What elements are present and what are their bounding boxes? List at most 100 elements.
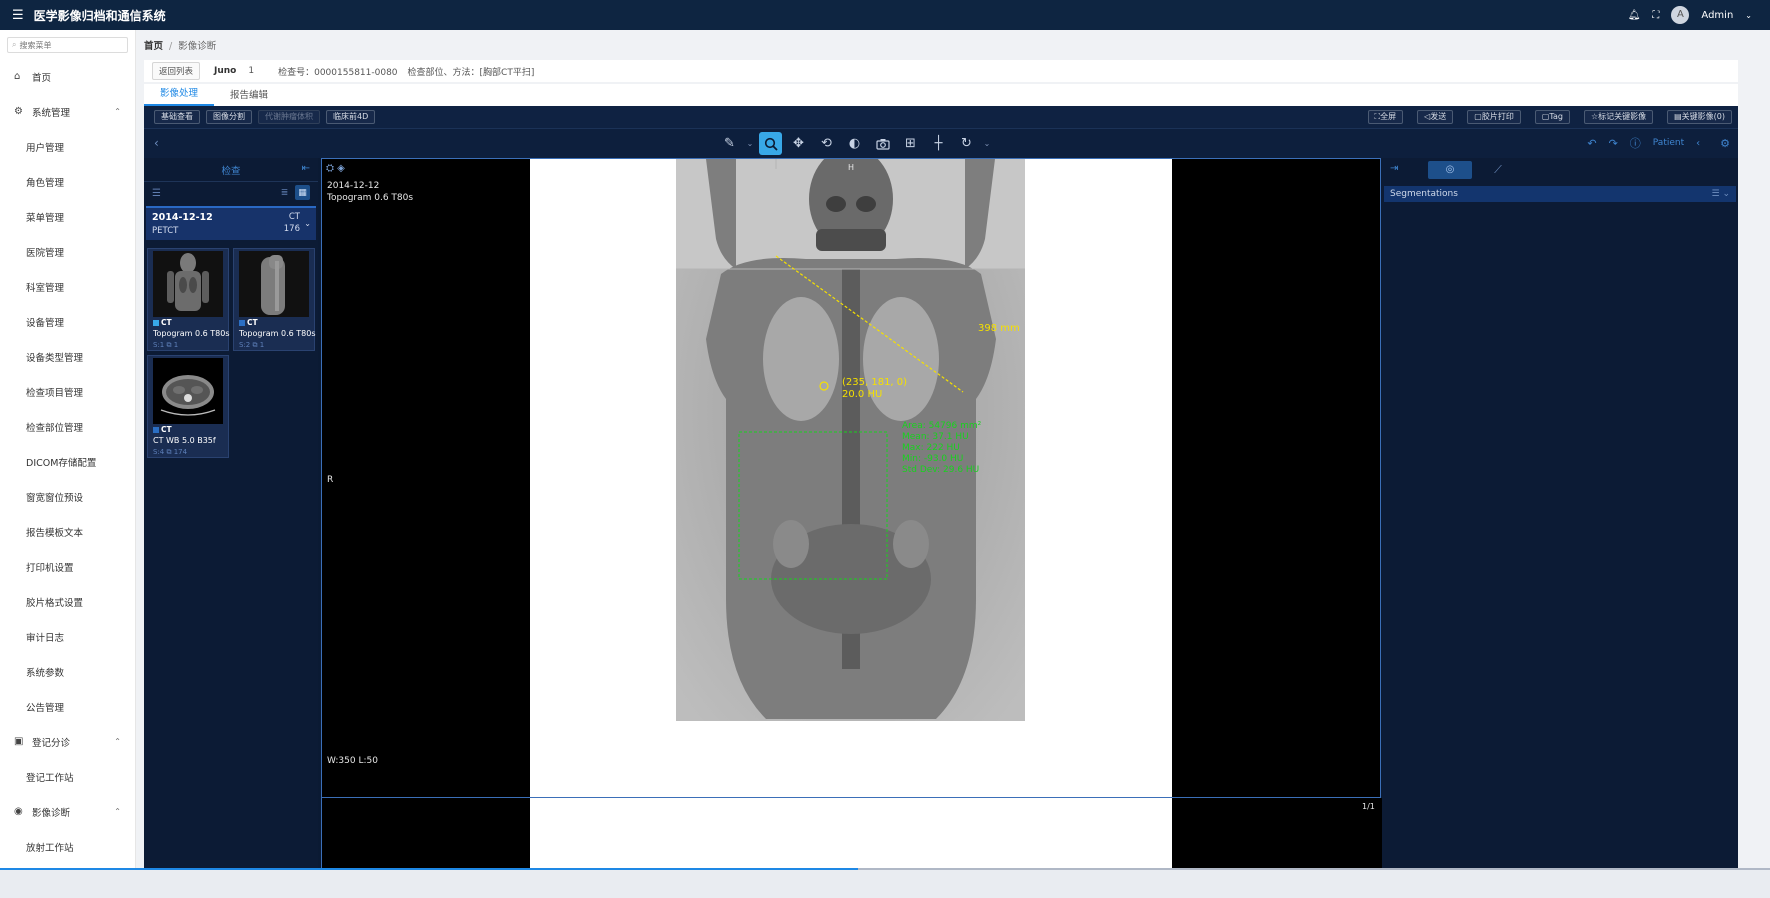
collapse-right-icon[interactable]: ⇥ [1390, 163, 1398, 174]
film-print-button[interactable]: ▢胶片打印 [1467, 110, 1521, 124]
viewer-mode-toolbar: 基础查看 图像分割 代谢肿瘤体积 临床前4D ⛶全屏 ◁发送 ▢胶片打印 ▢Ta… [144, 106, 1738, 128]
length-measurement[interactable]: 398 mm [978, 323, 1020, 334]
sidebar-item[interactable]: 报告模板文本 [0, 514, 135, 549]
study-browser-tools: ☰ ≣ ▦ [144, 182, 318, 204]
segmentation-panel-header: ⇥ ◎ ⟋ [1382, 158, 1738, 182]
sidebar-item[interactable]: ◉ 影像诊断 ⌃ [0, 794, 135, 829]
sidebar-item[interactable]: 公告管理 [0, 689, 135, 724]
filter-sliders-icon[interactable]: ☰ [152, 188, 161, 199]
sidebar-item[interactable]: 审计日志 [0, 619, 135, 654]
sidebar-item[interactable]: ▣ 登记分诊 ⌃ [0, 724, 135, 759]
chevron-left-icon[interactable]: ‹ [154, 136, 159, 150]
layout-grid-icon[interactable]: ⊞ [899, 132, 922, 155]
study-browser-title[interactable]: 检查 [221, 163, 240, 177]
chevron-down-icon[interactable]: ⌄ [983, 132, 991, 155]
roi-max: Max: 222 HU [902, 443, 960, 453]
series-modality-badge: CT [153, 318, 172, 327]
sidebar-item[interactable]: 科室管理 [0, 269, 135, 304]
image-viewport[interactable]: H ⛭ ◈ 2014-12-12 Topogram 0.6 T80s R W:3… [321, 158, 1381, 798]
menu-icon[interactable]: ☰ [12, 8, 24, 23]
list-view-icon[interactable]: ≣ [277, 185, 292, 200]
collapse-left-icon[interactable]: ⇤ [302, 163, 310, 174]
series-description: Topogram 0.6 T80s [153, 329, 230, 338]
layer-icon[interactable]: ⛭ ◈ [326, 163, 345, 174]
segmentations-header[interactable]: Segmentations ☰ ⌄ [1384, 186, 1736, 202]
key-images-button[interactable]: ▤关键影像(0) [1667, 110, 1732, 124]
camera-icon[interactable] [871, 132, 894, 155]
reset-icon[interactable]: ↻ [955, 132, 978, 155]
probe-value[interactable]: 20.0 HU [842, 389, 882, 400]
contrast-icon[interactable]: ◐ [843, 132, 866, 155]
sidebar-item[interactable]: 胶片格式设置 [0, 584, 135, 619]
probe-coordinates[interactable]: (235, 181, 0) [842, 377, 907, 388]
study-card[interactable]: 2014-12-12 PETCT CT 176 ⌄ [146, 206, 316, 240]
redo-icon[interactable]: ↷ [1609, 137, 1618, 150]
roi-area: Area: 54796 mm² [902, 421, 982, 431]
sidebar-item-label: 系统管理 [32, 107, 71, 119]
tab-report-editing[interactable]: 报告编辑 [214, 87, 284, 106]
avatar[interactable]: A [1671, 6, 1690, 24]
bell-icon[interactable]: 🔔︎ [1628, 10, 1641, 21]
patient-info-toggle[interactable]: Patient [1653, 138, 1684, 148]
mark-key-image-button[interactable]: ☆标记关键影像 [1583, 110, 1654, 124]
sidebar-item[interactable]: 窗宽窗位预设 [0, 479, 135, 514]
sidebar-item-label: 登记分诊 [32, 737, 71, 749]
crosshair-icon[interactable]: ┼ [927, 132, 950, 155]
app-title: 医学影像归档和通信系统 [33, 8, 166, 23]
tab-image-processing[interactable]: 影像处理 [144, 85, 215, 106]
tag-button[interactable]: ▢Tag [1534, 110, 1570, 124]
sidebar-item[interactable]: 设备管理 [0, 304, 135, 339]
breadcrumb-home[interactable]: 首页 [144, 41, 163, 52]
sidebar-item[interactable]: 登记工作站 [0, 759, 135, 794]
mode-basic-view-button[interactable]: 基础查看 [154, 110, 200, 124]
chevron-up-icon[interactable]: ⌃ [114, 807, 121, 816]
sidebar-item[interactable]: 检查项目管理 [0, 374, 135, 409]
sidebar-item[interactable]: 医院管理 [0, 234, 135, 269]
pan-icon[interactable]: ✥ [787, 132, 810, 155]
series-thumbnail[interactable]: CT Topogram 0.6 T80s S:1 ⧉ 1 [147, 248, 230, 351]
series-thumbnail[interactable]: CT CT WB 5.0 B35f S:4 ⧉ 174 [147, 355, 229, 458]
mode-preclinical-4d-button[interactable]: 临床前4D [326, 110, 376, 124]
chevron-down-icon[interactable]: ⌄ [1745, 11, 1752, 20]
chevron-left-icon[interactable]: ‹ [1696, 138, 1700, 149]
chevron-up-icon[interactable]: ⌃ [114, 107, 121, 116]
roi-stats[interactable]: Area: 54796 mm² Mean: 37.1 HU Max: 222 H… [902, 421, 981, 476]
measurement-tab-icon[interactable]: ⟋ [1476, 161, 1520, 179]
sidebar-item[interactable]: 角色管理 [0, 164, 135, 199]
settings-gear-icon[interactable]: ⚙ [1720, 137, 1730, 150]
series-thumbnail[interactable]: CT Topogram 0.6 T80s S:2 ⧉ 1 [233, 248, 316, 351]
segmentation-settings-icon[interactable]: ☰ ⌄ [1712, 186, 1730, 202]
fullscreen-button[interactable]: ⛶全屏 [1367, 110, 1404, 124]
main-content: 首页 / 影像诊断 返回列表 Juno 1 检查号：0000155811-0080 … [136, 30, 1770, 898]
chevron-down-icon[interactable]: ⌄ [746, 132, 754, 155]
viewport-series: Topogram 0.6 T80s [327, 193, 414, 203]
mode-segmentation-button[interactable]: 图像分割 [206, 110, 252, 124]
chevron-up-icon[interactable]: ⌃ [114, 737, 121, 746]
segmentation-tab-icon[interactable]: ◎ [1428, 161, 1472, 179]
rotate-3d-icon[interactable]: ⟲ [815, 132, 838, 155]
sidebar-item[interactable]: 系统参数 [0, 654, 135, 689]
sidebar-item[interactable]: 菜单管理 [0, 199, 135, 234]
zoom-icon[interactable] [759, 132, 782, 155]
sidebar-item[interactable]: 检查部位管理 [0, 409, 135, 444]
search-input[interactable] [19, 40, 120, 50]
mode-mtv-button[interactable]: 代谢肿瘤体积 [258, 110, 320, 124]
grid-view-icon[interactable]: ▦ [295, 185, 310, 200]
send-button[interactable]: ◁发送 [1417, 110, 1454, 124]
fullscreen-icon[interactable]: ⛶ [1652, 10, 1659, 21]
sidebar-item[interactable]: DICOM存储配置 [0, 444, 135, 479]
sidebar-item[interactable]: 打印机设置 [0, 549, 135, 584]
sidebar-item[interactable]: 用户管理 [0, 129, 135, 164]
sidebar-search[interactable]: ⌕ [7, 37, 128, 53]
info-circle-icon[interactable]: ⓘ [1630, 135, 1641, 151]
sidebar-item[interactable]: 放射工作站 [0, 829, 135, 864]
chevron-down-icon[interactable]: ⌄ [304, 219, 311, 228]
back-to-list-button[interactable]: 返回列表 [152, 62, 201, 80]
user-name[interactable]: Admin [1701, 10, 1733, 21]
sidebar-item-label: 首页 [32, 72, 52, 84]
sidebar-item[interactable]: 设备类型管理 [0, 339, 135, 374]
sidebar-item[interactable]: ⚙ 系统管理 ⌃ [0, 94, 135, 129]
sidebar-item[interactable]: ⌂ 首页 [0, 59, 135, 94]
undo-icon[interactable]: ↶ [1587, 137, 1596, 150]
measure-pencil-icon[interactable]: ✎ [718, 132, 741, 155]
